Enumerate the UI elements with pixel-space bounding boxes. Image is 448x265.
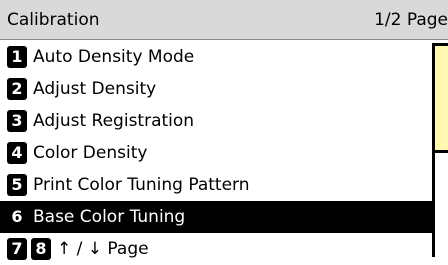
side-panel-border (432, 153, 448, 257)
side-info-panel (432, 43, 448, 153)
menu-item-label: Auto Density Mode (33, 47, 195, 67)
menu-item-label: Adjust Density (33, 79, 157, 99)
number-key-2-icon: 2 (7, 78, 27, 100)
title-bar: Calibration 1/2 Page (0, 0, 448, 40)
page-indicator: 1/2 Page (374, 10, 448, 30)
number-key-5-icon: 5 (7, 174, 27, 196)
menu-item-color-density[interactable]: 4 Color Density (0, 137, 432, 169)
number-key-4-icon: 4 (7, 142, 27, 164)
number-key-1-icon: 1 (7, 46, 27, 68)
menu-item-adjust-registration[interactable]: 3 Adjust Registration (0, 105, 432, 137)
screen-title: Calibration (7, 10, 100, 30)
menu-item-auto-density-mode[interactable]: 1 Auto Density Mode (0, 41, 432, 73)
menu-item-label: Adjust Registration (33, 111, 195, 131)
calibration-menu: 1 Auto Density Mode 2 Adjust Density 3 A… (0, 41, 432, 265)
number-key-6-icon: 6 (7, 206, 27, 228)
menu-item-label: Base Color Tuning (33, 207, 186, 227)
menu-item-base-color-tuning[interactable]: 6 Base Color Tuning (0, 201, 432, 233)
menu-item-print-color-tuning-pattern[interactable]: 5 Print Color Tuning Pattern (0, 169, 432, 201)
menu-item-page-navigation[interactable]: 7 8 ↑ / ↓ Page (0, 233, 432, 265)
number-key-3-icon: 3 (7, 110, 27, 132)
menu-item-adjust-density[interactable]: 2 Adjust Density (0, 73, 432, 105)
menu-item-label: Print Color Tuning Pattern (33, 175, 250, 195)
menu-item-label: Color Density (33, 143, 148, 163)
